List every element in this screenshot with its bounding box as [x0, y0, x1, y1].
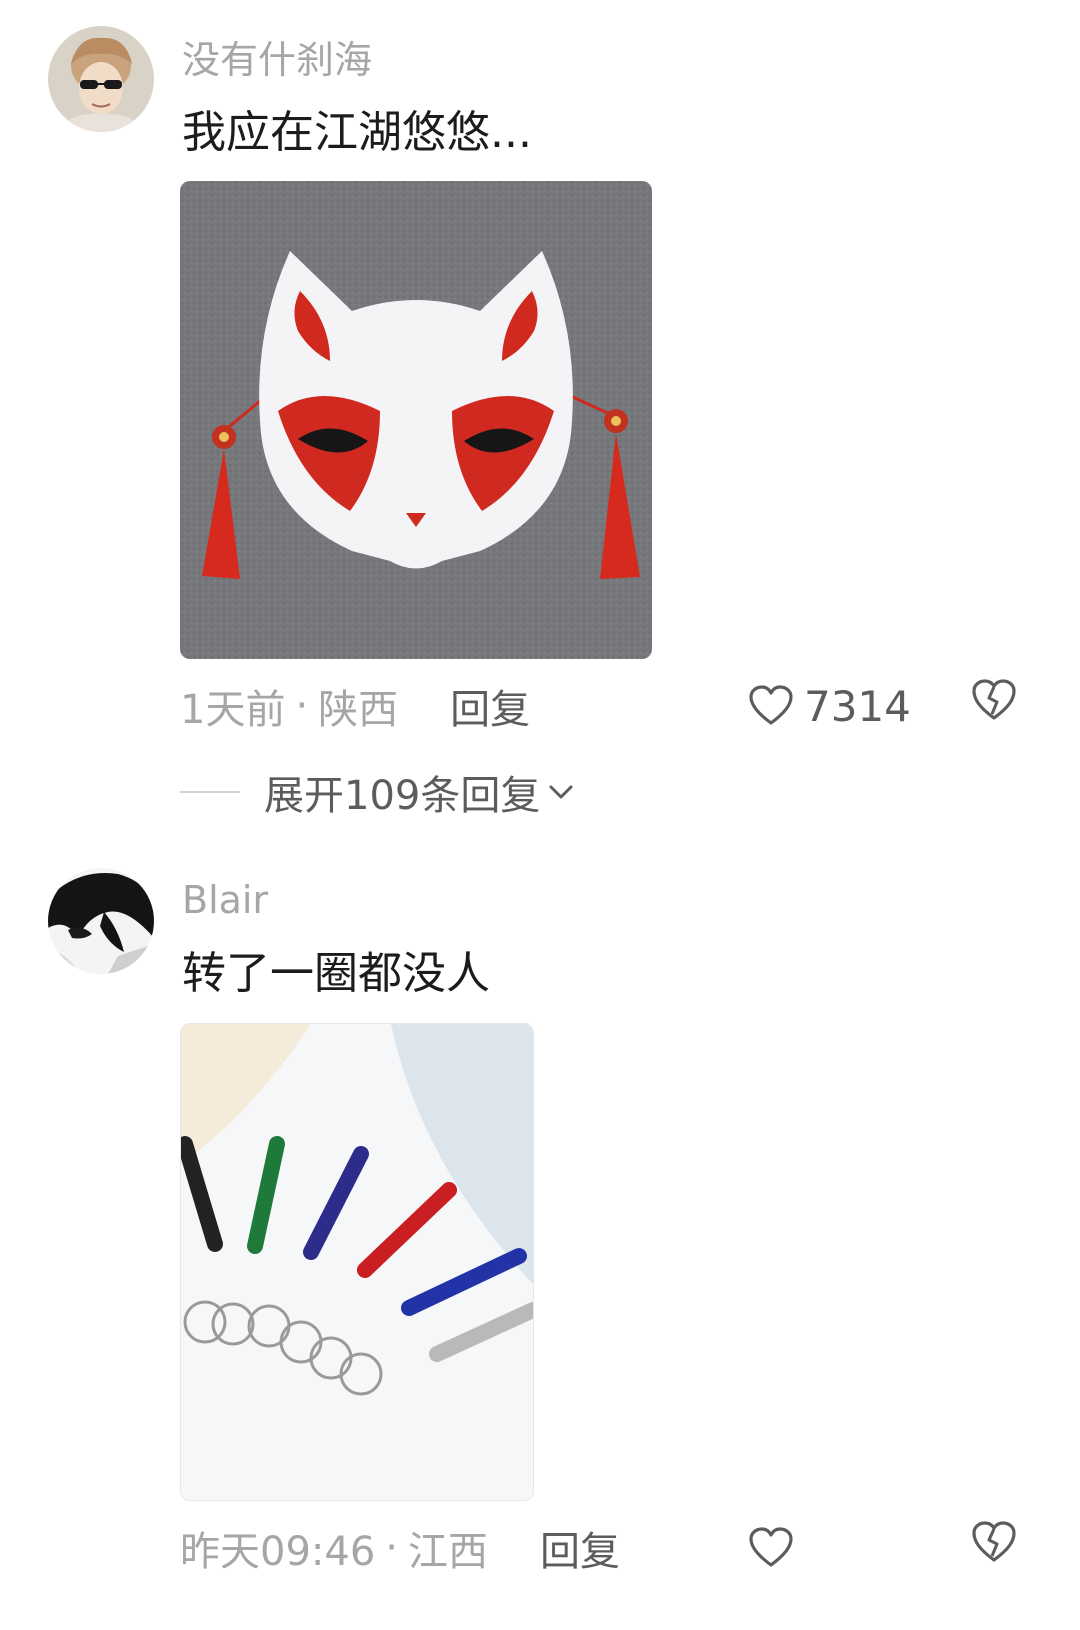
dislike-button[interactable]	[970, 678, 1026, 734]
expand-replies-label: 展开109条回复	[264, 773, 541, 819]
like-button[interactable]	[748, 1518, 794, 1578]
user-avatar[interactable]	[48, 868, 154, 974]
dislike-button[interactable]	[970, 1520, 1026, 1576]
reply-button[interactable]: 回复	[450, 677, 530, 735]
username[interactable]: 没有什刹海	[182, 38, 372, 82]
divider-line	[180, 791, 240, 793]
chevron-down-icon	[549, 785, 573, 799]
expand-replies-button[interactable]: 展开109条回复	[180, 762, 574, 822]
comment-meta: 昨天09:46 · 江西 回复	[180, 1518, 620, 1578]
comment-time: 1天前	[180, 687, 286, 733]
comment-meta: 1天前 · 陕西 回复	[180, 676, 530, 736]
broken-heart-icon	[972, 679, 1016, 720]
comment-location: 陕西	[318, 687, 399, 733]
comment-time: 昨天09:46	[180, 1529, 376, 1575]
comment-text: 转了一圈都没人	[182, 948, 490, 999]
comment-list: 没有什刹海 我应在江湖悠悠... 1天前 · 陕西 回复 7314 展开109条…	[0, 0, 1080, 1630]
username[interactable]: Blair	[182, 878, 268, 922]
comment-location: 江西	[408, 1529, 488, 1575]
heart-icon	[749, 1527, 793, 1567]
comment-image[interactable]	[180, 1023, 534, 1501]
meta-separator: ·	[295, 683, 309, 729]
heart-icon	[749, 685, 793, 725]
like-button[interactable]: 7314	[748, 676, 911, 736]
like-count: 7314	[804, 681, 911, 731]
comment-text: 我应在江湖悠悠...	[182, 107, 532, 158]
reply-button[interactable]: 回复	[540, 1519, 620, 1577]
comment-image[interactable]	[180, 181, 652, 659]
user-avatar[interactable]	[48, 26, 154, 132]
laser-pointer-keychains-photo	[181, 1024, 533, 1500]
meta-separator: ·	[385, 1525, 398, 1571]
broken-heart-icon	[972, 1521, 1016, 1562]
fox-mask-photo	[180, 181, 652, 659]
